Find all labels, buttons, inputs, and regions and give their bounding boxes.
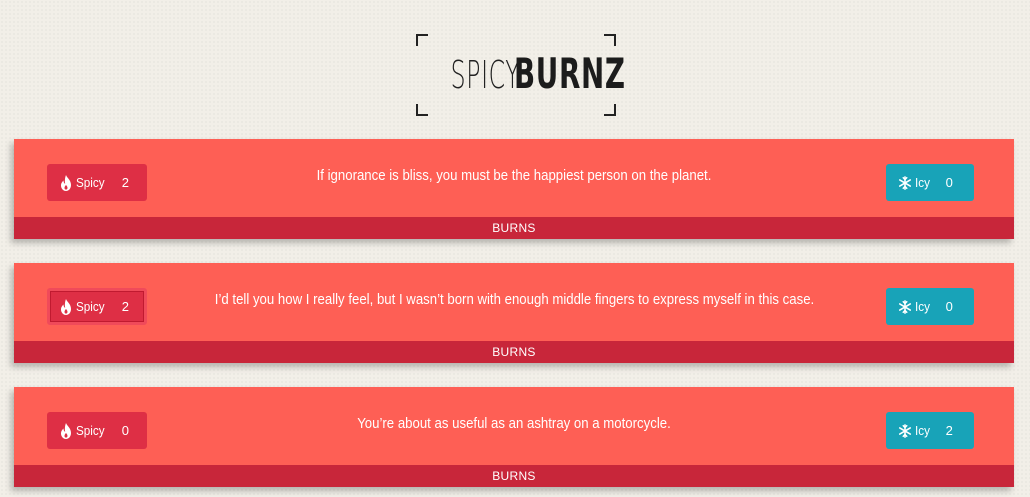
icy-button[interactable]: Icy 0 <box>886 164 974 201</box>
flame-icon <box>61 422 71 439</box>
burn-card: Spicy 0 You’re about as useful as an ash… <box>14 387 1014 487</box>
logo-text-light: SPICY <box>450 53 521 97</box>
icy-count: 2 <box>945 423 953 438</box>
flame-icon <box>61 174 71 191</box>
snowflake-icon <box>898 175 912 190</box>
spicy-count: 2 <box>121 299 130 314</box>
burn-footer: BURNS <box>14 217 1014 239</box>
icy-count: 0 <box>945 175 953 190</box>
burn-card: Spicy 2 I’d tell you how I really feel, … <box>14 263 1014 363</box>
icy-label: Icy <box>915 299 930 314</box>
flame-icon <box>61 298 71 315</box>
snowflake-icon <box>898 299 912 314</box>
icy-label: Icy <box>915 423 930 438</box>
burn-footer: BURNS <box>14 465 1014 487</box>
spicy-button[interactable]: Spicy 2 <box>47 288 147 325</box>
icy-button[interactable]: Icy 2 <box>886 412 974 449</box>
burn-card: Spicy 2 If ignorance is bliss, you must … <box>14 139 1014 239</box>
logo-corner-top-left <box>416 34 428 46</box>
logo-corner-top-right <box>604 34 616 46</box>
logo[interactable]: SPICYBURNZ <box>408 34 626 116</box>
spicy-count: 0 <box>121 423 130 438</box>
snowflake-icon <box>898 423 912 438</box>
spicy-label: Spicy <box>76 175 105 190</box>
icy-label: Icy <box>915 175 930 190</box>
spicy-button[interactable]: Spicy 0 <box>47 412 147 449</box>
burn-quote: You’re about as useful as an ashtray on … <box>357 415 671 432</box>
burn-footer: BURNS <box>14 341 1014 363</box>
spicy-button[interactable]: Spicy 2 <box>47 164 147 201</box>
spicy-label: Spicy <box>76 299 105 314</box>
burn-quote: I’d tell you how I really feel, but I wa… <box>214 291 815 308</box>
logo-text-bold: BURNZ <box>514 49 626 98</box>
logo-wordmark: SPICYBURNZ <box>408 49 626 106</box>
spicy-label: Spicy <box>76 423 105 438</box>
spicy-count: 2 <box>121 175 130 190</box>
burn-quote: If ignorance is bliss, you must be the h… <box>316 167 712 184</box>
icy-button[interactable]: Icy 0 <box>886 288 974 325</box>
icy-count: 0 <box>945 299 953 314</box>
